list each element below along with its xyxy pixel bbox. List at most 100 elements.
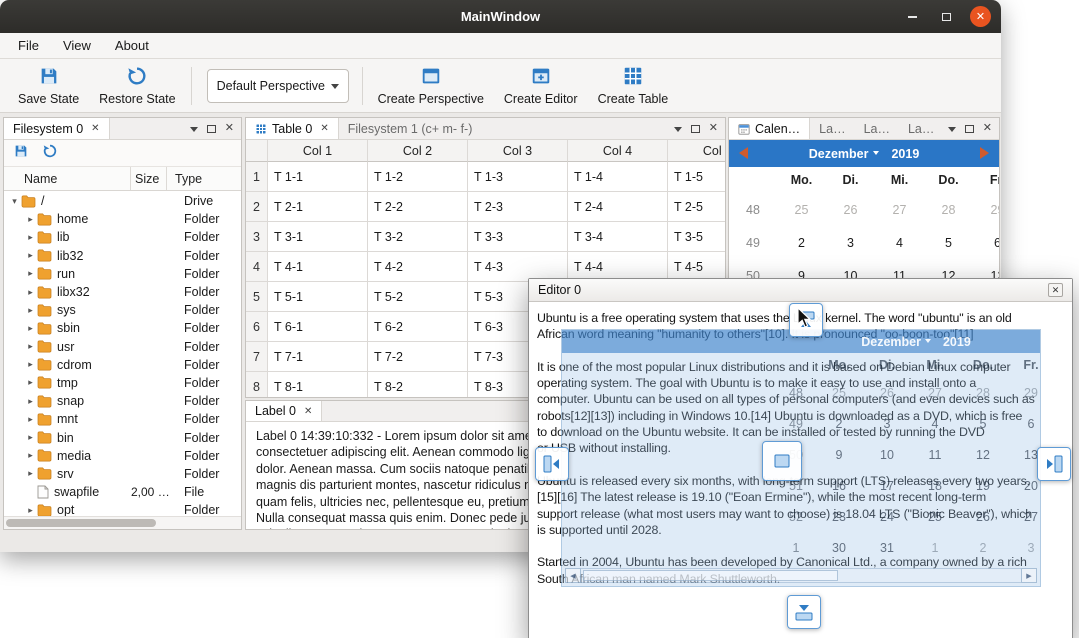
horizontal-scrollbar[interactable]	[4, 516, 241, 529]
expander-icon[interactable]: ▸	[24, 287, 37, 298]
row-header[interactable]: 4	[246, 252, 268, 282]
expander-icon[interactable]: ▸	[24, 232, 37, 243]
calendar-day[interactable]: 27	[1007, 510, 1041, 524]
tree-row[interactable]: ▸usrFolder	[4, 338, 241, 356]
calendar-day[interactable]: 5	[959, 417, 1007, 431]
expander-icon[interactable]: ▸	[24, 377, 37, 388]
undock-icon[interactable]	[691, 125, 700, 133]
calendar-month[interactable]: Dezember	[809, 147, 880, 161]
table-cell[interactable]: T 4-2	[368, 252, 468, 282]
row-header[interactable]: 6	[246, 312, 268, 342]
undock-icon[interactable]	[207, 125, 216, 133]
calendar-day[interactable]: 26	[959, 510, 1007, 524]
calendar-day[interactable]: 11	[911, 448, 959, 462]
calendar-day[interactable]: 16	[815, 479, 863, 493]
dock-indicator-bottom[interactable]	[787, 595, 821, 629]
calendar-day[interactable]: 29	[973, 203, 999, 217]
label-tab[interactable]: Label 0 ✕	[246, 401, 322, 421]
calendar-day[interactable]: 6	[973, 236, 999, 250]
restore-state-button[interactable]: Restore State	[89, 62, 185, 109]
table-cell[interactable]: T 3-1	[268, 222, 368, 252]
tree-row[interactable]: swapfile2,00 …File	[4, 483, 241, 501]
panel-close-icon[interactable]: ✕	[983, 123, 992, 134]
column-header[interactable]: Col 1	[268, 140, 368, 162]
column-header-name[interactable]: Name	[4, 167, 131, 190]
calendar-day[interactable]: 9	[815, 448, 863, 462]
calendar-day[interactable]: 30	[815, 541, 863, 555]
calendar-day[interactable]: 4	[875, 236, 924, 250]
calendar-day[interactable]: 25	[815, 386, 863, 400]
menu-item-about[interactable]: About	[103, 33, 161, 58]
table-cell[interactable]: T 2-4	[568, 192, 668, 222]
calendar-day[interactable]: 17	[863, 479, 911, 493]
create-editor-button[interactable]: Create Editor	[494, 62, 588, 109]
calendar-day[interactable]: 10	[863, 448, 911, 462]
column-header[interactable]: Col 2	[368, 140, 468, 162]
table-cell[interactable]: T 8-1	[268, 372, 368, 397]
row-header[interactable]: 5	[246, 282, 268, 312]
calendar-day[interactable]: 1	[911, 541, 959, 555]
save-icon[interactable]	[13, 143, 29, 164]
calendar-day[interactable]: 3	[863, 417, 911, 431]
tree-row[interactable]: ▸binFolder	[4, 428, 241, 446]
filesystem-titlebar[interactable]: Filesystem 0 ✕ ✕	[4, 118, 241, 140]
calendar-tab-1[interactable]: La…	[810, 118, 854, 139]
tree-row[interactable]: ▸mntFolder	[4, 410, 241, 428]
expander-icon[interactable]: ▸	[24, 214, 37, 225]
tree-row[interactable]: ▸runFolder	[4, 265, 241, 283]
expander-icon[interactable]: ▸	[24, 432, 37, 443]
tree-row[interactable]: ▸homeFolder	[4, 210, 241, 228]
tree-row[interactable]: ▸srvFolder	[4, 465, 241, 483]
column-header[interactable]: Col 4	[568, 140, 668, 162]
column-header-size[interactable]: Size	[131, 167, 167, 190]
expander-icon[interactable]: ▸	[24, 341, 37, 352]
calendar-day[interactable]: 20	[1007, 479, 1041, 493]
tree-row[interactable]: ▸cdromFolder	[4, 356, 241, 374]
editor-titlebar[interactable]: Editor 0 ✕	[529, 279, 1072, 302]
table-cell[interactable]: T 1-5	[668, 162, 725, 192]
calendar-day[interactable]: 2	[815, 417, 863, 431]
calendar-day[interactable]: 4	[911, 417, 959, 431]
calendar-day[interactable]: 3	[826, 236, 875, 250]
table-cell[interactable]: T 3-3	[468, 222, 568, 252]
tab-close-icon[interactable]: ✕	[91, 123, 99, 134]
table-tab-0[interactable]: Table 0✕	[246, 118, 339, 139]
calendar-day[interactable]: 31	[863, 541, 911, 555]
window-titlebar[interactable]: MainWindow ✕	[0, 0, 1001, 33]
table-cell[interactable]: T 6-1	[268, 312, 368, 342]
expander-icon[interactable]: ▸	[24, 268, 37, 279]
table-cell[interactable]: T 5-2	[368, 282, 468, 312]
table-tab-1[interactable]: Filesystem 1 (c+ m- f-)	[339, 118, 482, 139]
perspective-combobox[interactable]: Default Perspective	[207, 69, 349, 103]
create-perspective-button[interactable]: Create Perspective	[368, 62, 494, 109]
row-header[interactable]: 8	[246, 372, 268, 397]
create-table-button[interactable]: Create Table	[588, 62, 679, 109]
calendar-tab-0[interactable]: Calen…	[729, 118, 810, 139]
row-header[interactable]: 3	[246, 222, 268, 252]
calendar-day[interactable]: 23	[815, 510, 863, 524]
close-button[interactable]: ✕	[970, 6, 991, 27]
calendar-year[interactable]: 2019	[891, 147, 919, 161]
table-cell[interactable]: T 5-1	[268, 282, 368, 312]
calendar-day[interactable]: 25	[777, 203, 826, 217]
tree-row[interactable]: ▸mediaFolder	[4, 447, 241, 465]
calendar-day[interactable]: 28	[924, 203, 973, 217]
tree-row[interactable]: ▸optFolder	[4, 501, 241, 516]
expander-icon[interactable]: ▸	[24, 396, 37, 407]
restore-icon[interactable]	[42, 143, 58, 164]
tab-close-icon[interactable]: ✕	[320, 123, 328, 134]
calendar-day[interactable]: 12	[959, 448, 1007, 462]
calendar-day[interactable]: 5	[924, 236, 973, 250]
row-header[interactable]: 7	[246, 342, 268, 372]
table-cell[interactable]: T 7-1	[268, 342, 368, 372]
table-cell[interactable]: T 2-1	[268, 192, 368, 222]
tab-menu-icon[interactable]	[674, 127, 682, 136]
calendar-day[interactable]: 26	[863, 386, 911, 400]
table-cell[interactable]: T 1-4	[568, 162, 668, 192]
calendar-day[interactable]: 27	[911, 386, 959, 400]
table-cell[interactable]: T 4-1	[268, 252, 368, 282]
editor-close-button[interactable]: ✕	[1048, 283, 1063, 297]
column-header[interactable]: Col 3	[468, 140, 568, 162]
calendar-day[interactable]: 13	[1007, 448, 1041, 462]
table-cell[interactable]: T 7-2	[368, 342, 468, 372]
